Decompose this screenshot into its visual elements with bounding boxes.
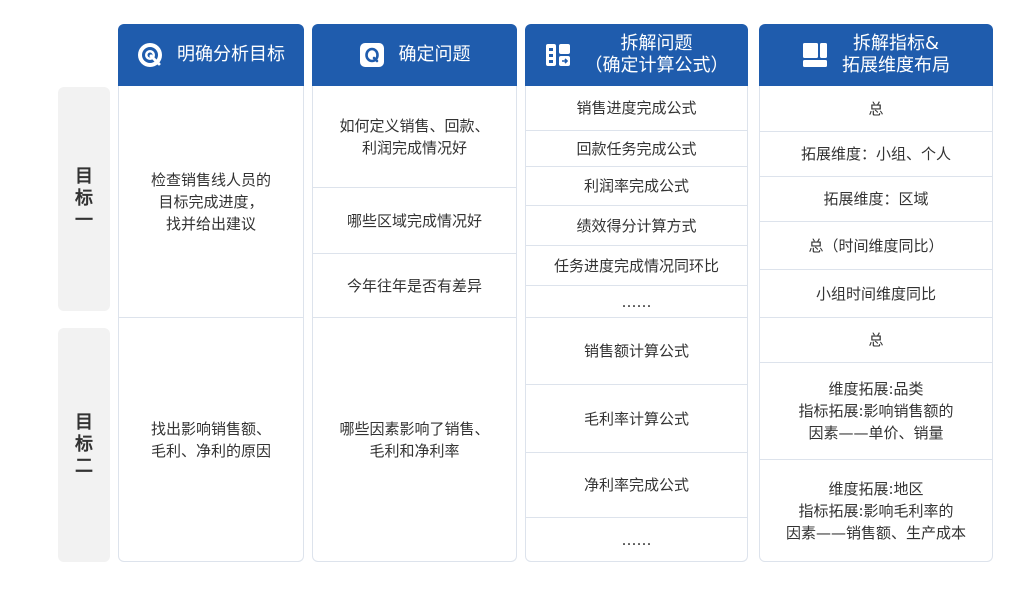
goal-label-1: 目标一 <box>58 87 110 311</box>
question-icon <box>359 43 384 67</box>
goal-label-1-text: 目标一 <box>75 166 93 231</box>
goal1-formula-3: 利润率完成公式 <box>583 177 689 195</box>
header-dimension-title: 拆解指标& <box>852 33 940 54</box>
goal2-formula-3: 净利率完成公式 <box>583 476 689 494</box>
goal1-dimension-3: 拓展维度：区域 <box>823 190 929 208</box>
goal1-question-3: 今年往年是否有差异 <box>346 276 482 295</box>
goal1-dimension-2: 拓展维度：小组、个人 <box>800 145 951 163</box>
goal1-formula-5: 任务进度完成情况同环比 <box>553 256 719 275</box>
goal1-objective: 检查销售线人员的 目标完成进度， 找并给出建议 <box>150 170 271 233</box>
target-icon <box>138 43 162 67</box>
goal2-dimension-2: 维度拓展:品类 指标拓展:影响销售额的 因素——单价、销量 <box>798 380 954 442</box>
goal2-formula-2: 毛利率计算公式 <box>583 409 689 428</box>
goal1-dimension-1: 总 <box>868 99 884 118</box>
goal2-formula-1: 销售额计算公式 <box>583 342 689 360</box>
header-formula-title-block: 拆解问题 （确定计算公式） <box>585 33 729 77</box>
goal1-question-2: 哪些区域完成情况好 <box>346 211 482 230</box>
split-icon <box>545 44 570 66</box>
header-objective: 明确分析目标 <box>118 24 304 86</box>
goal2-dimension-1: 总 <box>868 331 884 349</box>
goal2-dimension-3: 维度拓展:地区 指标拓展:影响毛利率的 因素——销售额、生产成本 <box>785 479 966 542</box>
question-column: 如何定义销售、回款、 利润完成情况好 哪些区域完成情况好 今年往年是否有差异 哪… <box>312 86 517 562</box>
header-question: 确定问题 <box>312 24 517 86</box>
header-formula: 拆解问题 （确定计算公式） <box>525 24 748 86</box>
goal1-formula-ellipsis: …… <box>621 292 652 311</box>
goal-label-2-text: 目标二 <box>75 412 93 477</box>
goal-label-2: 目标二 <box>58 328 110 562</box>
layout-icon <box>803 43 827 67</box>
header-objective-title: 明确分析目标 <box>177 44 285 65</box>
header-dimension: 拆解指标& 拓展维度布局 <box>759 24 993 86</box>
header-dimension-subtitle: 拓展维度布局 <box>842 55 950 76</box>
goal2-objective: 找出影响销售额、 毛利、净利的原因 <box>150 419 271 460</box>
formula-column: 销售进度完成公式 回款任务完成公式 利润率完成公式 绩效得分计算方式 任务进度完… <box>525 86 748 562</box>
goal2-question: 哪些因素影响了销售、 毛利和净利率 <box>339 419 490 460</box>
goal1-formula-2: 回款任务完成公式 <box>576 139 697 158</box>
header-formula-title: 拆解问题 <box>620 33 693 54</box>
goal1-formula-4: 绩效得分计算方式 <box>576 216 697 235</box>
header-dimension-title-block: 拆解指标& 拓展维度布局 <box>842 33 950 77</box>
goal2-formula-ellipsis: …… <box>621 530 652 549</box>
header-question-title: 确定问题 <box>398 44 471 65</box>
goal1-dimension-5: 小组时间维度同比 <box>815 284 936 303</box>
dimension-column: 总 拓展维度：小组、个人 拓展维度：区域 总（时间维度同比） 小组时间维度同比 … <box>759 86 993 562</box>
goal1-question-1: 如何定义销售、回款、 利润完成情况好 <box>339 116 490 157</box>
goal1-formula-1: 销售进度完成公式 <box>576 99 697 117</box>
goal1-dimension-4: 总（时间维度同比） <box>808 236 944 255</box>
header-formula-subtitle: （确定计算公式） <box>584 55 729 76</box>
objective-column: 检查销售线人员的 目标完成进度， 找并给出建议 找出影响销售额、 毛利、净利的原… <box>118 86 304 562</box>
